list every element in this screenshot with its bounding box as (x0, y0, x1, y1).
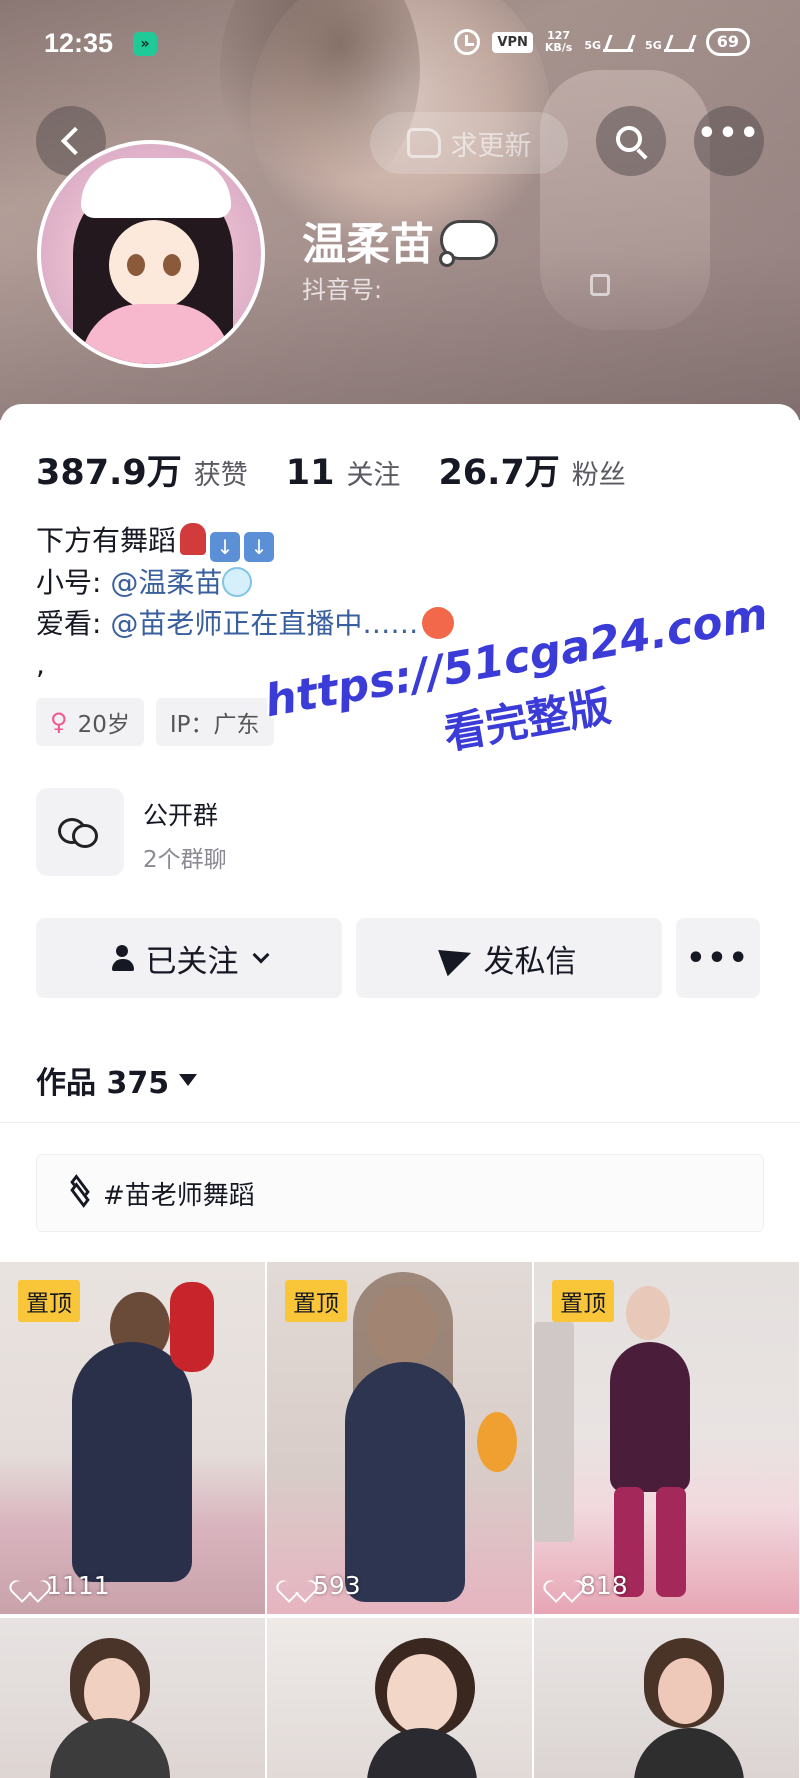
likes-label: 获赞 (193, 460, 248, 491)
thought-bubble-icon (439, 220, 498, 267)
vpn-badge: VPN (492, 31, 533, 53)
bio-line: 爱看: @苗老师正在直播中…… (36, 603, 455, 644)
hot-face-emoji-icon (422, 607, 455, 639)
bio-line: 小号: @温柔苗 (36, 562, 454, 603)
request-update-button[interactable]: 求更新 (370, 112, 568, 174)
send-icon (437, 939, 476, 977)
down-arrow-icon: ↓ (210, 532, 241, 562)
heart-icon (285, 1576, 307, 1596)
mention-link[interactable]: @温柔苗 (110, 566, 222, 599)
followers-label: 粉丝 (571, 460, 626, 491)
collection-chip[interactable]: #苗老师舞蹈 (36, 1154, 764, 1232)
alarm-icon (454, 29, 481, 55)
group-chat-button[interactable] (36, 788, 124, 876)
more-options-button[interactable]: ••• (694, 106, 764, 176)
like-count: 593 (285, 1571, 361, 1600)
following-count[interactable]: 11 (286, 453, 335, 493)
following-button[interactable]: 已关注 (36, 918, 342, 998)
pinned-badge: 置顶 (285, 1280, 347, 1322)
network-speed: 127 KB/s (544, 29, 573, 54)
chevron-left-icon (60, 126, 90, 156)
profile-stats: 387.9万 获赞 11 关注 26.7万 粉丝 (36, 444, 664, 495)
copy-icon[interactable] (590, 274, 610, 296)
pinned-badge: 置顶 (552, 1280, 614, 1322)
avatar[interactable] (37, 140, 265, 368)
down-arrow-icon: ↓ (244, 532, 275, 562)
female-icon: ♀ (50, 708, 68, 736)
group-title[interactable]: 公开群 (143, 796, 218, 832)
send-message-button[interactable]: 发私信 (356, 918, 662, 998)
heart-icon (18, 1576, 40, 1596)
video-thumbnail[interactable]: 置顶 818 (534, 1262, 799, 1614)
following-label: 关注 (346, 460, 401, 491)
age-tag: ♀ 20岁 (36, 698, 144, 746)
heart-icon (552, 1576, 574, 1596)
triangle-down-icon (179, 1074, 198, 1086)
like-count: 1111 (18, 1571, 110, 1600)
tab-works[interactable]: 作品 375 (36, 1058, 198, 1102)
profile-tags: ♀ 20岁 IP：广东 (36, 698, 274, 746)
profile-name: 温柔苗 (302, 208, 498, 272)
signal-icon: 5G (645, 32, 694, 52)
layers-icon (67, 1174, 93, 1208)
video-thumbnail[interactable]: 置顶 1111 (0, 1262, 265, 1614)
search-button[interactable] (596, 106, 666, 176)
group-subtitle: 2个群聊 (143, 847, 227, 873)
video-grid: 置顶 1111 置顶 593 置顶 818 (0, 1262, 800, 1778)
more-dots-icon: ••• (697, 116, 761, 151)
likes-count[interactable]: 387.9万 (36, 444, 182, 495)
video-thumbnail[interactable] (0, 1618, 265, 1778)
more-actions-button[interactable]: ••• (676, 918, 760, 998)
chevron-down-icon (252, 946, 269, 964)
followers-count[interactable]: 26.7万 (438, 444, 559, 495)
signal-icon: 5G (584, 32, 634, 52)
chat-bubbles-icon (58, 814, 102, 850)
profile-actions: 已关注 发私信 ••• (36, 918, 760, 998)
video-thumbnail[interactable]: 置顶 593 (267, 1262, 532, 1614)
battery-icon: 69 (705, 28, 750, 56)
video-thumbnail[interactable] (267, 1618, 532, 1778)
app-notification-icon: » (133, 32, 157, 56)
status-time: 12:35 (44, 28, 114, 58)
ip-tag: IP：广东 (155, 698, 274, 746)
person-check-icon (111, 945, 134, 971)
like-count: 818 (552, 1571, 628, 1600)
pinned-badge: 置顶 (18, 1280, 80, 1322)
hand-icon (406, 128, 441, 158)
mention-link[interactable]: @苗老师正在直播中…… (110, 607, 418, 640)
search-icon (616, 126, 642, 152)
status-bar: 12:35 » VPN 127 KB/s 5G 5G 69 (0, 24, 800, 64)
dancer-emoji-icon (180, 523, 207, 555)
douyin-id: 抖音号: (302, 276, 383, 304)
video-thumbnail[interactable] (534, 1618, 799, 1778)
bio-line: 下方有舞蹈 ↓ ↓ (36, 520, 454, 562)
bubble-emoji-icon (222, 567, 253, 597)
